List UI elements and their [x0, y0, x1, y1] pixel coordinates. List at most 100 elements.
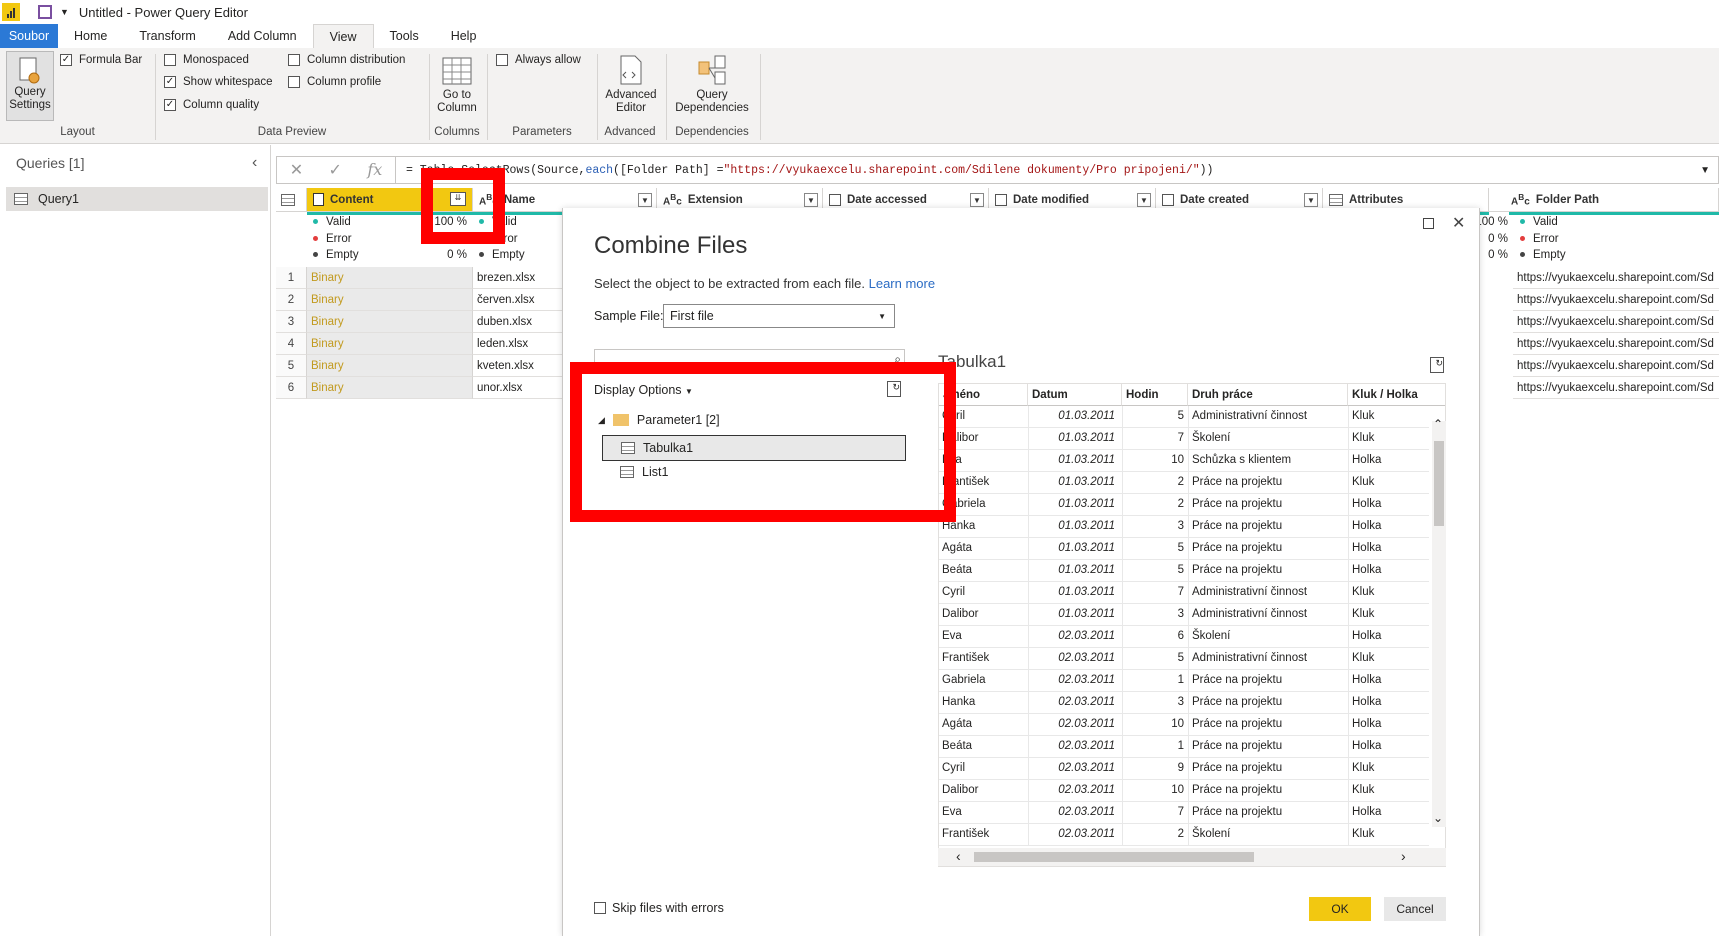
scroll-right-icon[interactable]: ›	[1401, 848, 1406, 864]
cell-folder-path[interactable]: https://vyukaexcelu.sharepoint.com/Sd	[1513, 377, 1719, 399]
maximize-icon[interactable]	[1423, 218, 1434, 229]
preview-cell: Administrativní činnost	[1192, 608, 1308, 620]
cell-content[interactable]: Binary	[307, 377, 473, 399]
cell-content[interactable]: Binary	[307, 333, 473, 355]
tab-soubor[interactable]: Soubor	[0, 24, 58, 48]
monospaced-checkbox[interactable]: Monospaced	[164, 54, 249, 66]
go-to-column-button[interactable]: Go to Column	[432, 56, 482, 115]
fx-icon[interactable]: fx	[367, 160, 382, 180]
highlight-navigator-tree	[570, 362, 956, 522]
preview-row: Hanka 02.03.2011 3 Práce na projektu Holka	[939, 692, 1429, 714]
preview-row: Gabriela 01.03.2011 2 Práce na projektu Holk…	[939, 494, 1429, 516]
preview-cell: Hanka	[942, 696, 976, 708]
cell-folder-path[interactable]: https://vyukaexcelu.sharepoint.com/Sd	[1513, 355, 1719, 377]
filter-dropdown-icon[interactable]: ▼	[1304, 193, 1318, 207]
preview-row: Gabriela 02.03.2011 1 Práce na projektu Holk…	[939, 670, 1429, 692]
query-dependencies-button[interactable]: Query Dependencies	[670, 54, 754, 115]
scroll-down-icon[interactable]: ⌄	[1433, 811, 1443, 825]
table-menu-button[interactable]	[276, 188, 307, 212]
cell-name[interactable]: duben.xlsx	[473, 311, 563, 333]
cell-folder-path[interactable]: https://vyukaexcelu.sharepoint.com/Sd	[1513, 289, 1719, 311]
text-type-icon: ABc	[663, 191, 682, 208]
expand-formula-icon[interactable]: ▼	[1700, 165, 1710, 176]
cell-folder-path[interactable]: https://vyukaexcelu.sharepoint.com/Sd	[1513, 311, 1719, 333]
collapse-pane-icon[interactable]: ‹	[252, 154, 257, 172]
tab-help[interactable]: Help	[435, 24, 493, 48]
cell-content[interactable]: Binary	[307, 289, 473, 311]
filter-dropdown-icon[interactable]: ▼	[970, 193, 984, 207]
preview-cell: 02.03.2011	[1058, 674, 1115, 686]
preview-row: Beáta 02.03.2011 1 Práce na projektu Holka	[939, 736, 1429, 758]
filter-dropdown-icon[interactable]: ▼	[804, 193, 818, 207]
learn-more-link[interactable]: Learn more	[869, 276, 935, 291]
preview-cell: 01.03.2011	[1058, 564, 1115, 576]
tab-add-column[interactable]: Add Column	[212, 24, 313, 48]
sample-file-select[interactable]: First file ▼	[663, 304, 895, 328]
preview-cell: Kluk	[1352, 652, 1375, 664]
cell-folder-path[interactable]: https://vyukaexcelu.sharepoint.com/Sd	[1513, 267, 1719, 289]
preview-vertical-scrollbar[interactable]: ⌃ ⌄	[1432, 417, 1446, 827]
always-allow-checkbox[interactable]: Always allow	[496, 54, 581, 66]
tab-home[interactable]: Home	[58, 24, 123, 48]
preview-row: Cyril 01.03.2011 5 Administrativní činnost K…	[939, 406, 1429, 428]
cell-content[interactable]: Binary	[307, 311, 473, 333]
row-number[interactable]: 5	[276, 355, 307, 377]
formula-bar-checkbox[interactable]: ✓ Formula Bar	[60, 54, 142, 66]
preview-cell: Holka	[1352, 740, 1382, 752]
tab-tools[interactable]: Tools	[374, 24, 435, 48]
scroll-left-icon[interactable]: ‹	[956, 848, 961, 864]
preview-row: Agáta 02.03.2011 10 Práce na projektu Holka	[939, 714, 1429, 736]
preview-cell: Gabriela	[942, 674, 986, 686]
filter-dropdown-icon[interactable]: ▼	[1137, 193, 1151, 207]
column-header-folder-path[interactable]: ABc Folder Path	[1489, 188, 1719, 212]
save-icon[interactable]	[38, 5, 52, 19]
column-quality-checkbox[interactable]: ✓ Column quality	[164, 99, 259, 111]
row-number[interactable]: 3	[276, 311, 307, 333]
column-distribution-checkbox[interactable]: Column distribution	[288, 54, 405, 66]
cell-name[interactable]: kveten.xlsx	[473, 355, 563, 377]
query-settings-button[interactable]: Query Settings	[6, 51, 54, 121]
preview-cell: 5	[1177, 564, 1184, 576]
column-profile-checkbox[interactable]: Column profile	[288, 76, 381, 88]
preview-row: František 02.03.2011 2 Školení Kluk	[939, 824, 1429, 846]
text-type-icon: ABc	[1511, 191, 1530, 208]
cancel-formula-icon[interactable]: ✕	[290, 160, 303, 180]
preview-horizontal-scrollbar[interactable]: ‹ ›	[938, 848, 1446, 866]
preview-cell: Holka	[1352, 564, 1382, 576]
ribbon-tabs: Soubor Home Transform Add Column View To…	[0, 24, 1719, 48]
filter-dropdown-icon[interactable]: ▼	[638, 193, 652, 207]
preview-cell: 5	[1177, 542, 1184, 554]
preview-cell: Práce na projektu	[1192, 674, 1283, 686]
close-icon[interactable]: ✕	[1452, 213, 1465, 233]
preview-cell: 10	[1171, 784, 1184, 796]
hscroll-thumb[interactable]	[974, 852, 1254, 862]
preview-cell: 3	[1177, 696, 1184, 708]
cell-name[interactable]: červen.xlsx	[473, 289, 563, 311]
cell-content[interactable]: Binary	[307, 355, 473, 377]
cell-folder-path[interactable]: https://vyukaexcelu.sharepoint.com/Sd	[1513, 333, 1719, 355]
advanced-editor-button[interactable]: Advanced Editor	[600, 54, 662, 115]
quick-access-dropdown-icon[interactable]: ▼	[60, 7, 69, 17]
row-number[interactable]: 4	[276, 333, 307, 355]
row-number[interactable]: 6	[276, 377, 307, 399]
row-number[interactable]: 1	[276, 267, 307, 289]
confirm-formula-icon[interactable]: ✓	[329, 160, 342, 180]
preview-cell: 01.03.2011	[1058, 608, 1115, 620]
ok-button[interactable]: OK	[1309, 897, 1371, 921]
show-whitespace-checkbox[interactable]: ✓ Show whitespace	[164, 76, 273, 88]
cell-name[interactable]: unor.xlsx	[473, 377, 563, 399]
preview-cell: 9	[1177, 762, 1184, 774]
scroll-up-icon[interactable]: ⌃	[1433, 417, 1443, 431]
query-item[interactable]: Query1	[6, 187, 268, 211]
scroll-thumb[interactable]	[1434, 441, 1444, 526]
cell-content[interactable]: Binary	[307, 267, 473, 289]
tab-view[interactable]: View	[312, 24, 374, 48]
row-number[interactable]: 2	[276, 289, 307, 311]
skip-files-with-errors-checkbox[interactable]: Skip files with errors	[594, 901, 724, 915]
preview-refresh-icon[interactable]: ↻	[1430, 357, 1444, 373]
tab-transform[interactable]: Transform	[123, 24, 212, 48]
cancel-button[interactable]: Cancel	[1384, 897, 1446, 921]
cell-name[interactable]: brezen.xlsx	[473, 267, 563, 289]
formula-input[interactable]: = Table.SelectRows(Source, each ([Folder…	[395, 157, 1718, 183]
cell-name[interactable]: leden.xlsx	[473, 333, 563, 355]
